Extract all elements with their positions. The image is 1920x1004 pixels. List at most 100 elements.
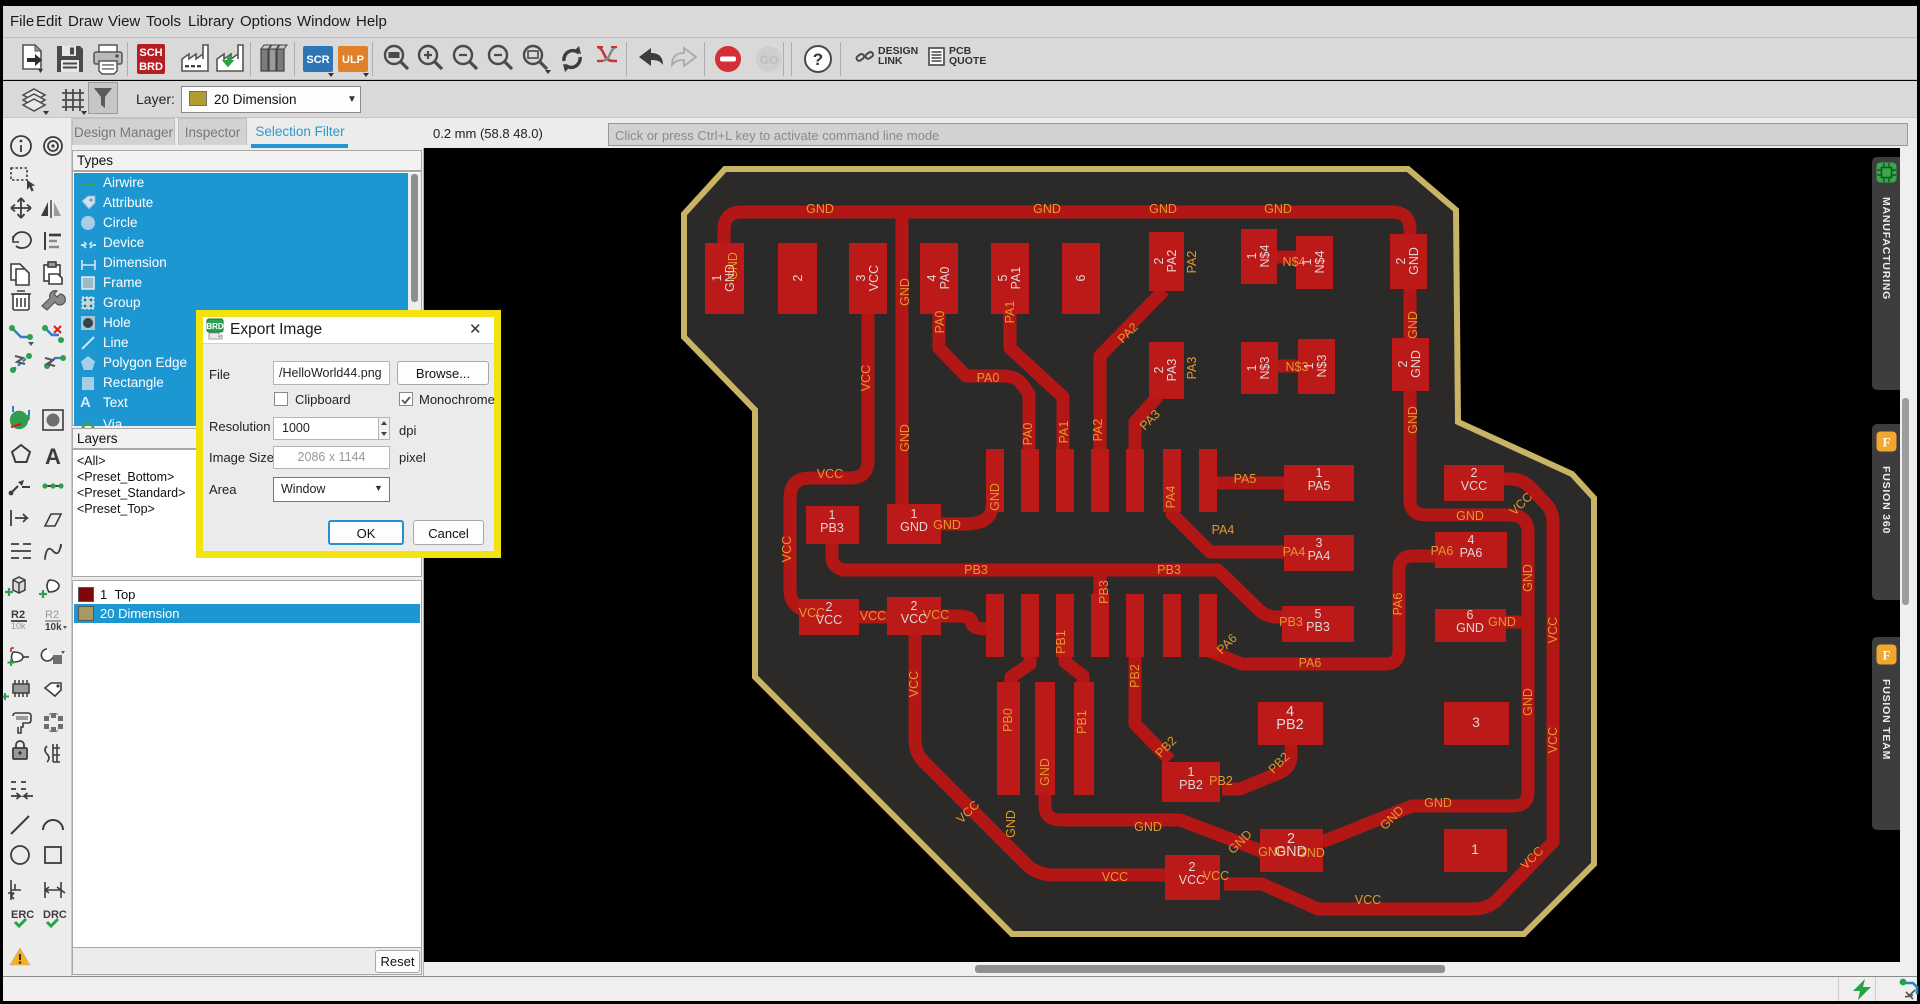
svg-text:N$4: N$4 xyxy=(1258,244,1272,267)
svg-text:PB2: PB2 xyxy=(1209,774,1233,788)
svg-text:PB2: PB2 xyxy=(1128,664,1142,688)
svg-text:F: F xyxy=(1883,648,1891,663)
svg-text:1: 1 xyxy=(829,508,836,522)
svg-text:4: 4 xyxy=(925,274,939,281)
svg-text:3: 3 xyxy=(1472,714,1480,730)
svg-text:PB0: PB0 xyxy=(1001,708,1015,732)
svg-text:ULP: ULP xyxy=(342,54,364,66)
svg-text:2: 2 xyxy=(1471,466,1478,480)
svg-text:PB3: PB3 xyxy=(1279,615,1303,629)
svg-text:2: 2 xyxy=(1396,360,1410,367)
svg-text:GND: GND xyxy=(1521,564,1535,592)
svg-text:A: A xyxy=(45,444,61,469)
svg-text:R2: R2 xyxy=(45,609,59,621)
svg-text:1: 1 xyxy=(911,507,918,521)
svg-text:N$3: N$3 xyxy=(1315,354,1329,377)
svg-text:PA4: PA4 xyxy=(1283,545,1306,559)
svg-text:PA6: PA6 xyxy=(1299,656,1322,670)
svg-text:VCC: VCC xyxy=(780,536,794,562)
svg-text:1: 1 xyxy=(1245,252,1259,259)
svg-text:5: 5 xyxy=(1315,607,1322,621)
svg-text:VCC: VCC xyxy=(907,671,921,697)
svg-text:PB2: PB2 xyxy=(1276,717,1303,733)
svg-text:VCC: VCC xyxy=(901,612,927,626)
svg-text:2: 2 xyxy=(1152,366,1166,373)
svg-text:VCC: VCC xyxy=(1546,617,1560,643)
svg-text:PA1: PA1 xyxy=(1003,301,1017,324)
svg-text:PB3: PB3 xyxy=(964,563,988,577)
svg-text:VCC: VCC xyxy=(1179,873,1205,887)
svg-text:GND: GND xyxy=(1134,820,1162,834)
svg-text:GND: GND xyxy=(1033,202,1061,216)
svg-text:2: 2 xyxy=(1152,257,1166,264)
svg-text:VCC: VCC xyxy=(860,609,886,623)
svg-text:PA0: PA0 xyxy=(938,267,952,290)
svg-text:ERC: ERC xyxy=(11,909,34,921)
svg-text:PB3: PB3 xyxy=(1097,580,1111,604)
svg-text:GND: GND xyxy=(988,483,1002,511)
svg-text:GND: GND xyxy=(933,518,961,532)
svg-text:GND: GND xyxy=(1264,202,1292,216)
svg-text:PA6: PA6 xyxy=(1391,593,1405,616)
svg-text:VCC: VCC xyxy=(859,365,873,391)
svg-text:PA1: PA1 xyxy=(1057,421,1071,444)
svg-text:3: 3 xyxy=(854,274,868,281)
svg-text:DRC: DRC xyxy=(43,909,67,921)
svg-text:PA2: PA2 xyxy=(1091,419,1105,442)
svg-text:PB1: PB1 xyxy=(1075,710,1089,734)
svg-text:R2: R2 xyxy=(11,609,25,621)
svg-text:1: 1 xyxy=(1245,364,1259,371)
svg-text:N$4: N$4 xyxy=(1313,250,1327,273)
svg-text:GND: GND xyxy=(1149,202,1177,216)
svg-text:VCC: VCC xyxy=(1461,479,1487,493)
svg-text:1: 1 xyxy=(1188,765,1195,779)
svg-text:1: 1 xyxy=(1471,841,1479,857)
svg-text:10k: 10k xyxy=(45,622,62,633)
svg-text:N$3: N$3 xyxy=(1258,356,1272,379)
svg-text:GND: GND xyxy=(900,520,928,534)
svg-text:GND: GND xyxy=(806,202,834,216)
svg-text:6: 6 xyxy=(1467,608,1474,622)
svg-text:GND: GND xyxy=(1004,810,1018,838)
svg-text:2: 2 xyxy=(826,600,833,614)
svg-text:SCR: SCR xyxy=(306,54,329,66)
svg-text:GND: GND xyxy=(1456,509,1484,523)
svg-text:SCH: SCH xyxy=(139,47,162,59)
svg-text:GND: GND xyxy=(1409,350,1423,378)
svg-text:1: 1 xyxy=(1300,258,1314,265)
svg-text:BRD: BRD xyxy=(139,61,163,73)
svg-text:GND: GND xyxy=(1456,621,1484,635)
svg-text:GND: GND xyxy=(1406,406,1420,434)
svg-text:VCC: VCC xyxy=(867,265,881,291)
svg-text:2: 2 xyxy=(791,274,805,281)
svg-text:1: 1 xyxy=(1302,362,1316,369)
svg-text:GND: GND xyxy=(1424,796,1452,810)
svg-text:GND: GND xyxy=(1275,844,1307,860)
svg-text:5: 5 xyxy=(996,274,1010,281)
svg-text:2: 2 xyxy=(911,599,918,613)
svg-text:PA0: PA0 xyxy=(933,311,947,334)
svg-text:PA4: PA4 xyxy=(1212,523,1235,537)
svg-text:2: 2 xyxy=(1394,257,1408,264)
svg-text:VCC: VCC xyxy=(1355,893,1381,907)
svg-text:VCC: VCC xyxy=(816,613,842,627)
svg-text:PA3: PA3 xyxy=(1165,359,1179,382)
svg-text:GND: GND xyxy=(1407,247,1421,275)
svg-text:PA6: PA6 xyxy=(1460,546,1483,560)
svg-text:PB3: PB3 xyxy=(820,521,844,535)
svg-text:PA2: PA2 xyxy=(1165,250,1179,273)
svg-text:4: 4 xyxy=(1468,533,1475,547)
svg-text:VCC: VCC xyxy=(1203,869,1229,883)
svg-text:GND: GND xyxy=(898,424,912,452)
svg-text:PA4: PA4 xyxy=(1164,486,1178,509)
svg-text:PA4: PA4 xyxy=(1308,549,1331,563)
svg-text:VCC: VCC xyxy=(1546,727,1560,753)
svg-text:10k: 10k xyxy=(11,621,26,631)
svg-text:GND: GND xyxy=(1488,615,1516,629)
svg-text:PB3: PB3 xyxy=(1157,563,1181,577)
svg-text:GO: GO xyxy=(760,53,779,67)
svg-text:PA1: PA1 xyxy=(1009,267,1023,290)
svg-text:GND: GND xyxy=(898,278,912,306)
svg-text:6: 6 xyxy=(1074,274,1088,281)
svg-text:PA6: PA6 xyxy=(1431,544,1454,558)
